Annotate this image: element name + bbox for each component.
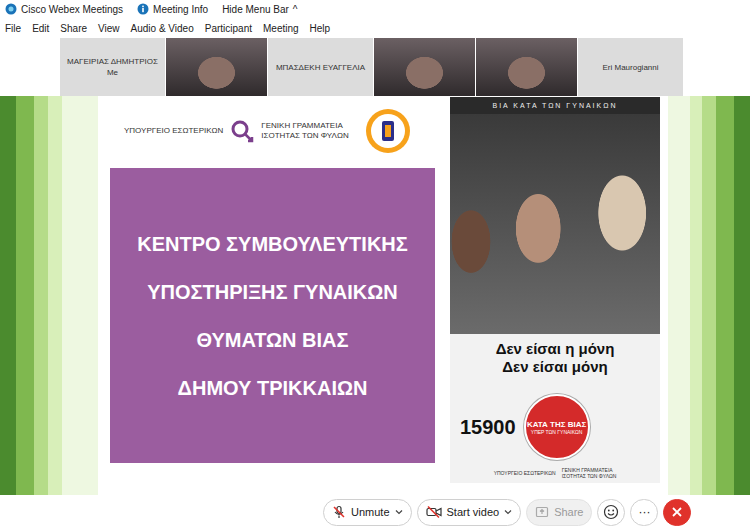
emoji-icon [603,504,619,520]
more-button[interactable]: ··· [630,499,658,526]
participant-tile[interactable]: Eri Maurogianni [578,38,683,96]
menu-item[interactable]: File [5,23,21,34]
slogans: Δεν είσαι η μόνηΔεν είσαι μόνη [458,340,652,376]
participant-me-label: Me [107,68,118,77]
poster-photo [450,114,660,334]
footer-secretariat: ΓΕΝΙΚΗ ΓΡΑΜΜΑΤΕΙΑΙΣΟΤΗΤΑΣ ΤΩΝ ΦΥΛΩΝ [562,467,617,479]
menu-item[interactable]: Meeting [263,23,299,34]
poster-heading: ΒΙΑ ΚΑΤΑ ΤΩΝ ΓΥΝΑΙΚΩΝ [450,97,660,114]
secretariat-line: ΙΣΟΤΗΤΑΣ ΤΩΝ ΦΥΛΩΝ [261,131,348,141]
video-frame [476,38,577,96]
secretariat-line: ΓΕΝΙΚΗ ΓΡΑΜΜΑΤΕΙΑ [261,121,348,131]
slogan: Δεν είσαι μόνη [502,358,607,376]
video-tile[interactable] [476,38,577,96]
control-bar: Unmute Start video Share ··· [0,495,750,529]
participant-name: ΜΑΓΕΙΡΙΑΣ ΔΗΜΗΤΡΙΟΣ [67,57,158,66]
title-line: ΔΗΜΟΥ ΤΡΙΚΚΑΙΩΝ [178,374,368,402]
footer-line: ΓΕΝΙΚΗ ΓΡΑΜΜΑΤΕΙΑ [562,467,617,473]
hotline: 15900 ΚΑΤΑ ΤΗΣ ΒΙΑΣΥΠΕΡ ΤΩΝ ΓΥΝΑΙΚΩΝ [458,394,652,460]
caret-icon[interactable]: ^ [293,4,298,15]
participant-tile[interactable]: ΜΠΑΣΔΕΚΗ ΕΥΑΓΓΕΛΙΑ [268,38,373,96]
meeting-info-button[interactable]: Meeting Info [153,4,208,15]
video-frame [374,38,475,96]
menu-item[interactable]: View [98,23,120,34]
info-icon [137,3,149,15]
share-button[interactable]: Share [526,499,592,526]
poster: ΒΙΑ ΚΑΤΑ ΤΩΝ ΓΥΝΑΙΚΩΝ Δεν είσαι η μόνηΔεν… [450,97,660,483]
hotline-badge: ΚΑΤΑ ΤΗΣ ΒΙΑΣΥΠΕΡ ΤΩΝ ΓΥΝΑΙΚΩΝ [524,394,590,460]
muted-mic-icon [332,505,346,519]
video-button[interactable]: Start video [417,499,522,526]
title-bar: Cisco Webex Meetings Meeting Info Hide Men… [0,0,750,18]
badge-subtext: ΥΠΕΡ ΤΩΝ ΓΥΝΑΙΚΩΝ [531,429,583,435]
window-title: Cisco Webex Meetings [21,4,123,15]
mic-button[interactable]: Unmute [323,499,412,526]
control-label: Start video [447,506,500,518]
video-off-icon [426,505,442,519]
participant-name: Eri Maurogianni [602,63,658,72]
menu-item[interactable]: Share [60,23,87,34]
municipality-seal-icon [365,108,411,154]
webex-window: Cisco Webex Meetings Meeting Info Hide Men… [0,0,750,529]
share-icon [535,505,549,519]
slide-left: ΥΠΟΥΡΓΕΙΟ ΕΣΩΤΕΡΙΚΩΝ ΓΕΝΙΚΗ ΓΡΑΜΜΑΤΕΙΑΙΣΟ… [98,96,450,495]
poster-footer: ΥΠΟΥΡΓΕΙΟ ΕΣΩΤΕΡΙΚΩΝ ΓΕΝΙΚΗ ΓΡΑΜΜΑΤΕΙΑΙΣΟ… [458,467,652,479]
menu-item[interactable]: Audio & Video [131,23,194,34]
control-label: Unmute [351,506,390,518]
title-line: ΚΕΝΤΡΟ ΣΥΜΒΟΥΛΕΥΤΙΚΗΣ [137,230,408,258]
title-box: ΚΕΝΤΡΟ ΣΥΜΒΟΥΛΕΥΤΙΚΗΣ ΥΠΟΣΤΗΡΙΞΗΣ ΓΥΝΑΙΚΩ… [110,168,435,463]
title-line: ΥΠΟΣΤΗΡΙΞΗΣ ΓΥΝΑΙΚΩΝ [147,278,398,306]
hide-menu-button[interactable]: Hide Menu Bar [222,4,289,15]
hotline-number: 15900 [460,416,516,439]
video-tile[interactable] [166,38,267,96]
video-tile[interactable] [374,38,475,96]
close-icon [671,506,683,518]
menu-item[interactable]: Edit [32,23,49,34]
ministry-label: ΥΠΟΥΡΓΕΙΟ ΕΣΩΤΕΡΙΚΩΝ [124,126,223,136]
secretariat-label: ΓΕΝΙΚΗ ΓΡΑΜΜΑΤΕΙΑΙΣΟΤΗΤΑΣ ΤΩΝ ΦΥΛΩΝ [261,121,348,141]
menu-item[interactable]: Help [310,23,331,34]
webex-logo-icon [5,3,17,15]
poster-bottom: Δεν είσαι η μόνηΔεν είσαι μόνη 15900 ΚΑΤΑ … [450,334,660,483]
participant-name: ΜΠΑΣΔΕΚΗ ΕΥΑΓΓΕΛΙΑ [276,63,365,72]
participant-tile[interactable]: ΜΑΓΕΙΡΙΑΣ ΔΗΜΗΤΡΙΟΣ Me [60,38,165,96]
leave-button[interactable] [663,499,691,526]
shared-content: ΥΠΟΥΡΓΕΙΟ ΕΣΩΤΕΡΙΚΩΝΓΕΝΙΚΗ ΓΡΑΜΜΑΤΕΙΑΙΣΟ… [0,96,750,495]
menu-item[interactable]: Participant [205,23,252,34]
slide-header: ΥΠΟΥΡΓΕΙΟ ΕΣΩΤΕΡΙΚΩΝ ΓΕΝΙΚΗ ΓΡΑΜΜΑΤΕΙΑΙΣΟ… [110,102,444,160]
slide: ΥΠΟΥΡΓΕΙΟ ΕΣΩΤΕΡΙΚΩΝΓΕΝΙΚΗ ΓΡΑΜΜΑΤΕΙΑΙΣΟ… [98,96,668,495]
equality-logo-icon [229,118,255,144]
footer-line: ΙΣΟΤΗΤΑΣ ΤΩΝ ΦΥΛΩΝ [562,473,617,479]
badge-text: ΚΑΤΑ ΤΗΣ ΒΙΑΣ [527,420,586,429]
participant-strip: ΜΑΓΕΙΡΙΑΣ ΔΗΜΗΤΡΙΟΣ Me ΜΠΑΣΔΕΚΗ ΕΥΑΓΓΕΛΙΑ E… [0,38,750,96]
video-frame [166,38,267,96]
chevron-down-icon[interactable] [504,509,512,515]
reactions-button[interactable] [597,499,625,526]
title-line: ΘΥΜΑΤΩΝ ΒΙΑΣ [196,326,348,354]
menu-bar: File Edit Share View Audio & Video Participan… [0,18,750,38]
control-label: Share [554,506,583,518]
footer-ministry: ΥΠΟΥΡΓΕΙΟ ΕΣΩΤΕΡΙΚΩΝ [494,470,556,476]
chevron-down-icon[interactable] [395,509,403,515]
slogan: Δεν είσαι η μόνη [496,340,615,358]
